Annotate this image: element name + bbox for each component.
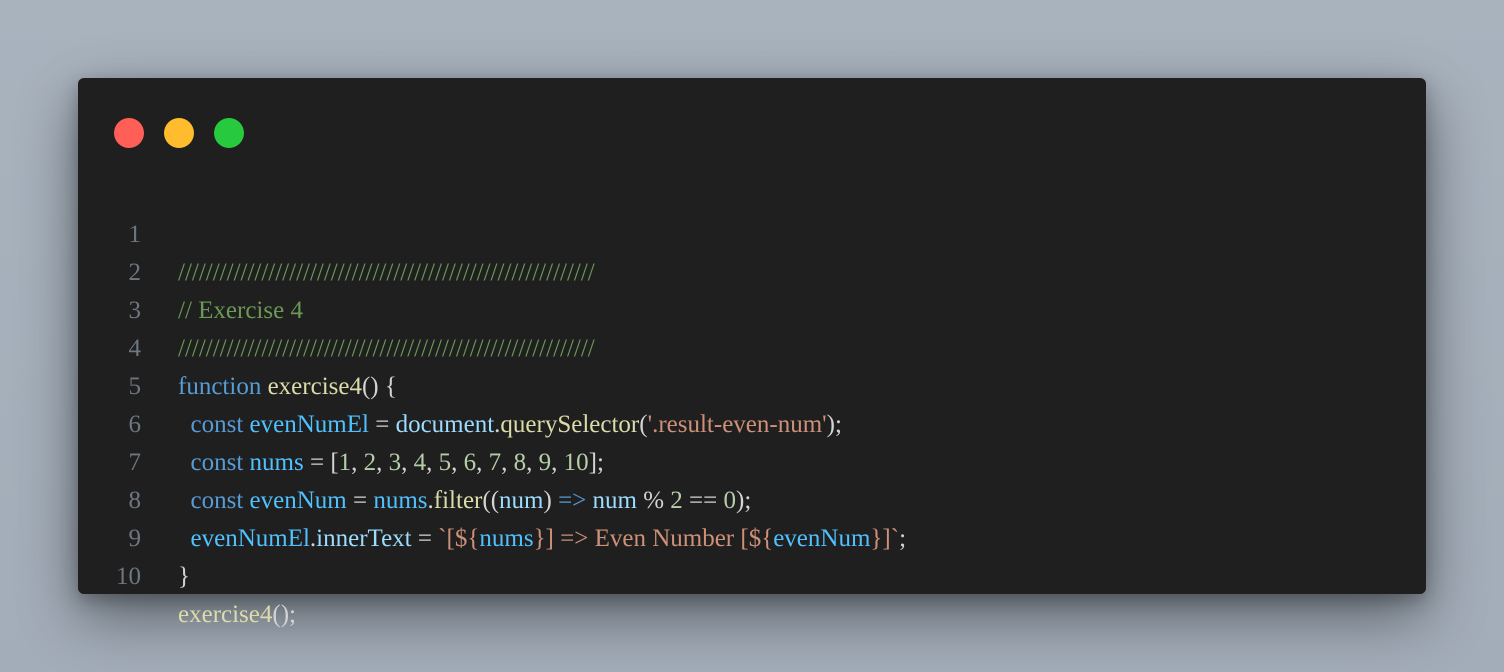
code-line: 6 const nums = [1, 2, 3, 4, 5, 6, 7, 8, … — [78, 368, 1426, 476]
code-window: 1 //////////////////////////////////////… — [78, 78, 1426, 628]
line-number: 10 — [116, 563, 141, 590]
line-content: } — [178, 558, 190, 596]
minimize-button[interactable] — [164, 118, 194, 148]
code-line: 3 //////////////////////////////////////… — [78, 254, 1426, 362]
code-line: 2 // Exercise 4 — [78, 216, 1426, 324]
code-line: 1 //////////////////////////////////////… — [78, 178, 1426, 286]
close-button[interactable] — [114, 118, 144, 148]
code-line: 10 exercise4(); — [78, 520, 1426, 628]
code-line: 7 const evenNum = nums.filter((num) => n… — [78, 406, 1426, 514]
code-token: (); — [272, 601, 296, 628]
code-block: 1 //////////////////////////////////////… — [78, 178, 1426, 628]
code-line: 4 function exercise4() { — [78, 292, 1426, 400]
code-token: exercise4 — [178, 601, 273, 628]
code-line: 8 evenNumEl.innerText = `[${nums}] => Ev… — [78, 444, 1426, 552]
code-line: 9 } — [78, 482, 1426, 590]
line-content: exercise4(); — [178, 596, 296, 634]
code-line: 5 const evenNumEl = document.querySelect… — [78, 330, 1426, 438]
code-token: } — [178, 563, 190, 590]
maximize-button[interactable] — [214, 118, 244, 148]
